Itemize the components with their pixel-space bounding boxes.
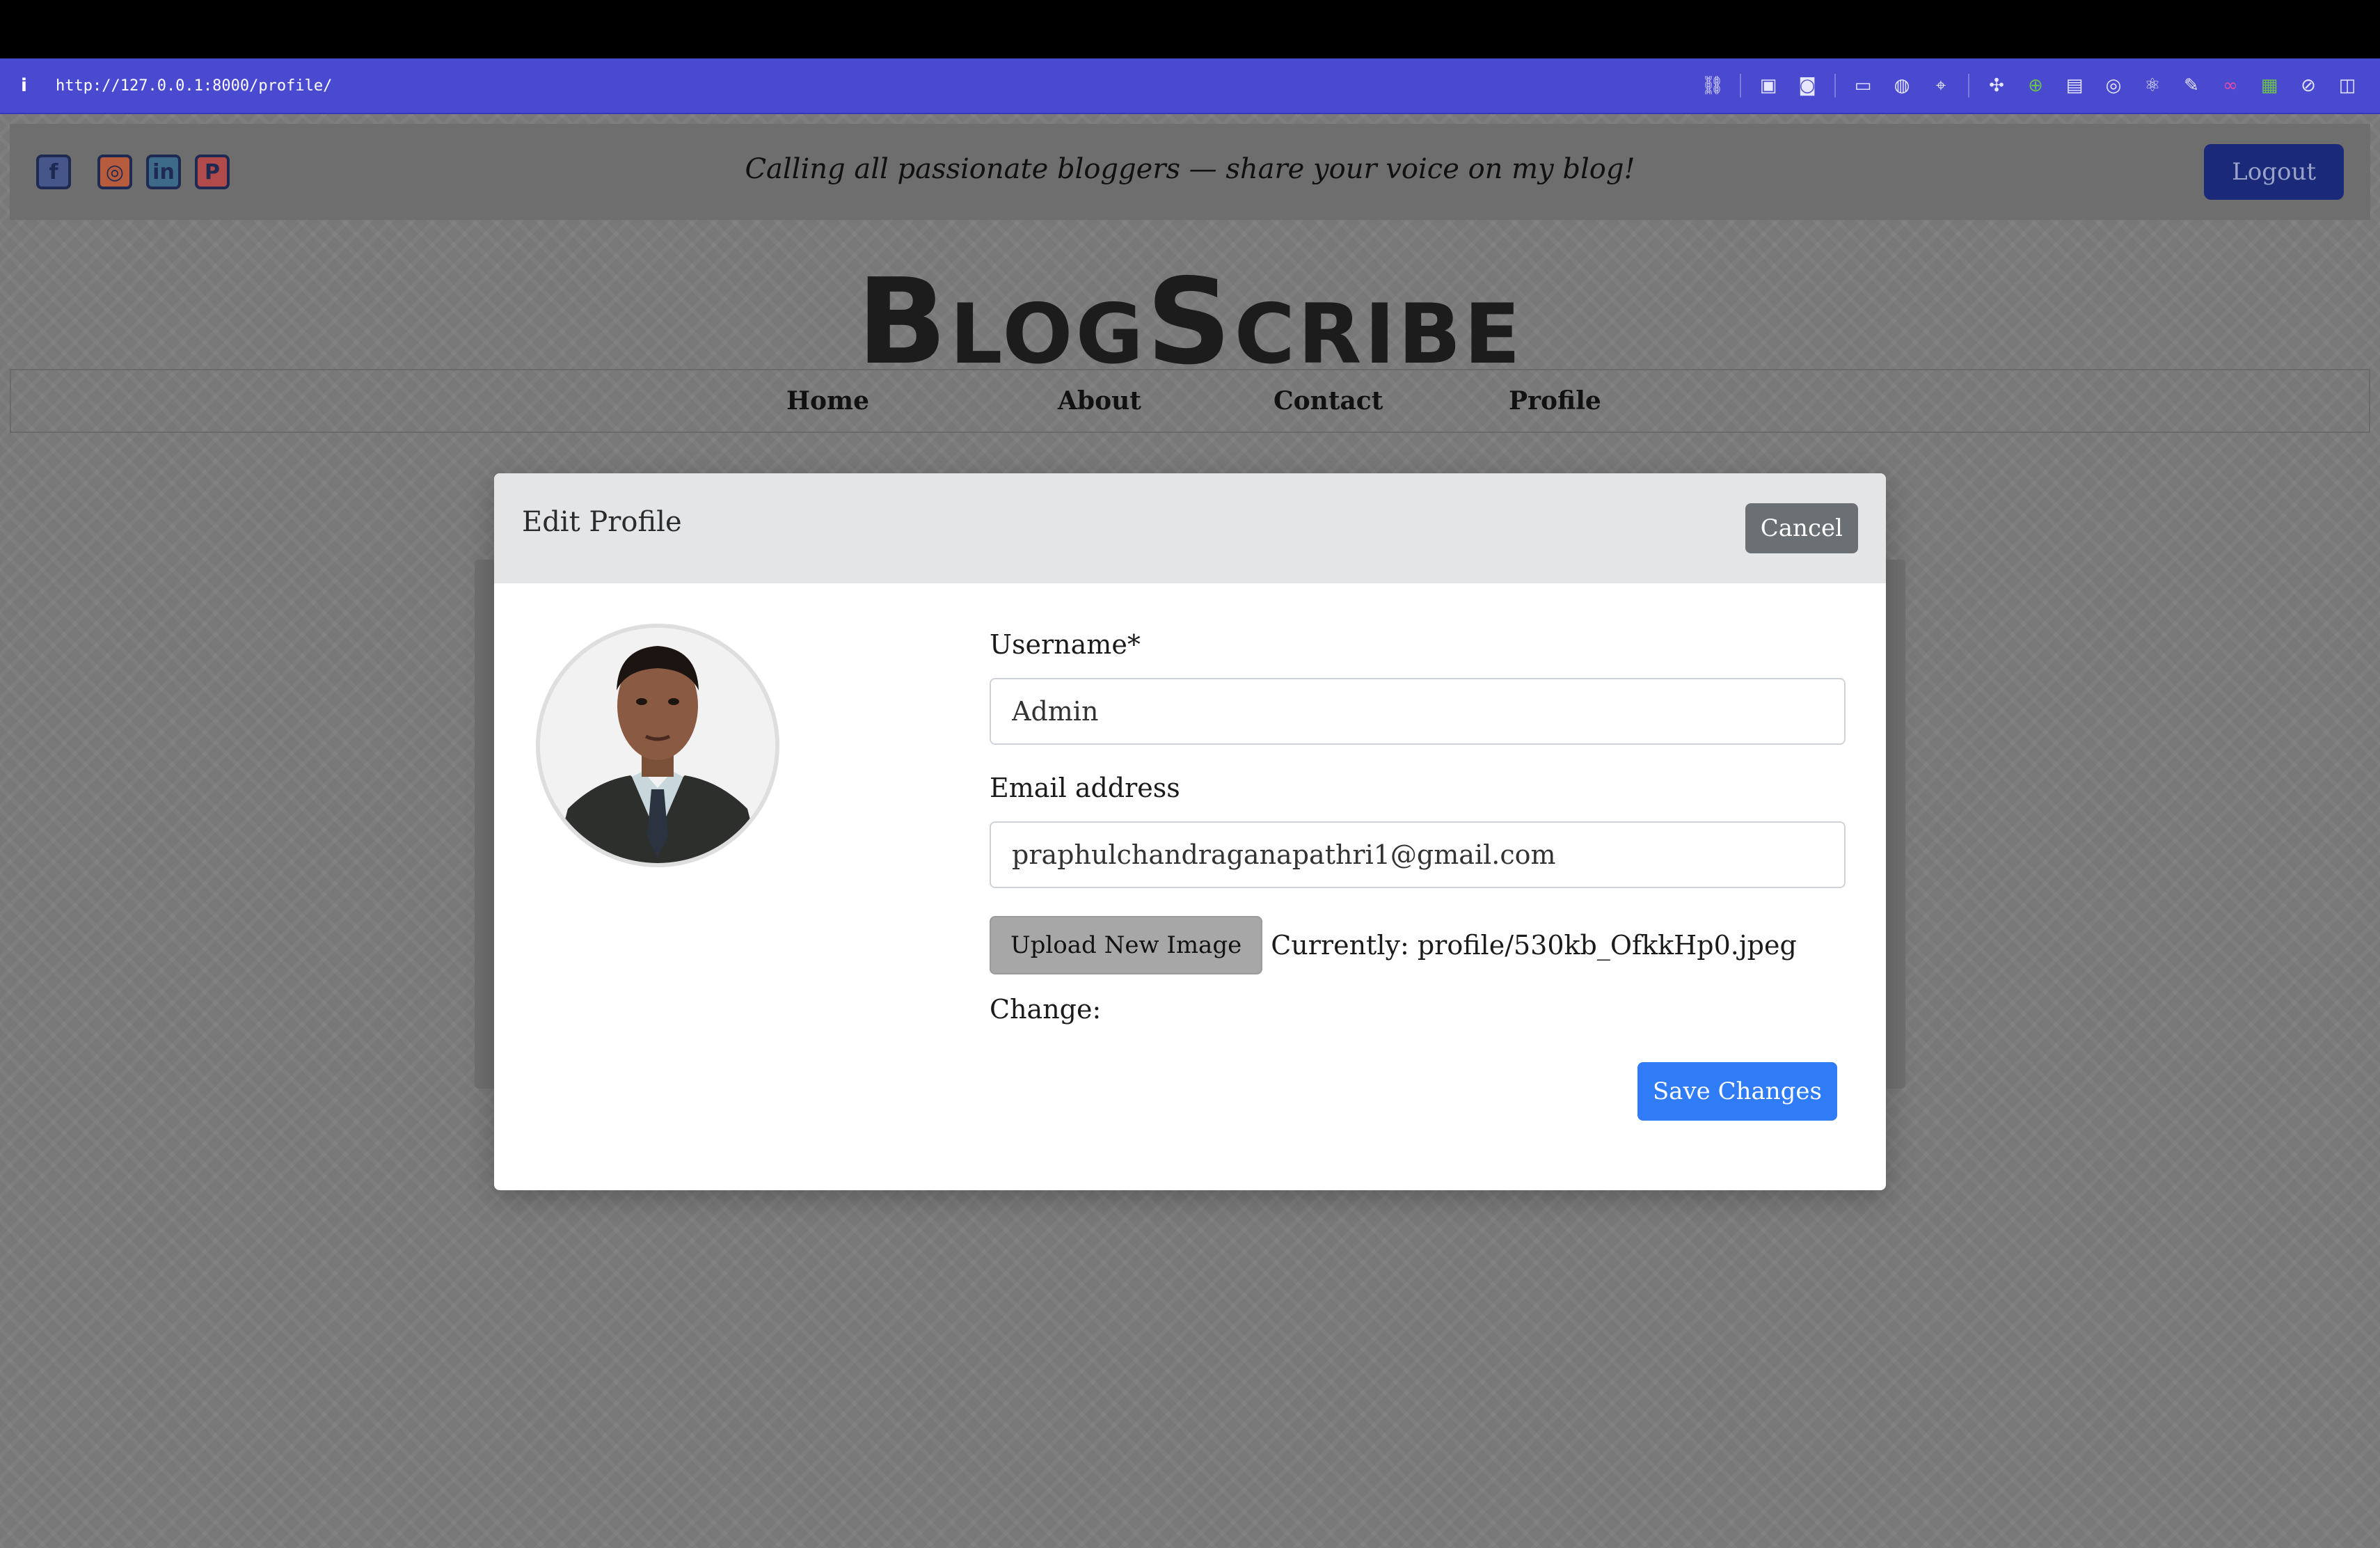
change-label: Change: — [990, 994, 1102, 1025]
color-palette-icon[interactable]: ▤ — [2063, 74, 2086, 97]
top-banner: f ◎ in P Calling all passionate bloggers… — [10, 124, 2370, 220]
globe-icon[interactable]: ◍ — [1890, 74, 1914, 97]
banner-tagline: Calling all passionate bloggers — share … — [745, 153, 1635, 185]
profile-form: Username* Email address Upload New Image… — [990, 629, 1846, 1025]
profile-photo — [540, 628, 775, 863]
username-input[interactable] — [990, 678, 1846, 745]
current-image-text: Currently: profile/530kb_OfkkHp0.jpeg — [1271, 930, 1797, 961]
logout-button[interactable]: Logout — [2204, 144, 2344, 200]
email-input[interactable] — [990, 821, 1846, 888]
screenshot-icon[interactable]: ▣ — [1756, 74, 1780, 97]
pinterest-icon[interactable]: P — [195, 155, 230, 189]
username-label: Username* — [990, 629, 1141, 660]
plus-extension-icon[interactable]: ⊕ — [2024, 74, 2047, 97]
cancel-button[interactable]: Cancel — [1745, 503, 1858, 553]
extension-puzzle-icon[interactable]: ✣ — [1985, 74, 2008, 97]
email-label: Email address — [990, 773, 1180, 803]
linkedin-icon[interactable]: in — [146, 155, 181, 189]
instagram-icon[interactable]: ◎ — [97, 155, 132, 189]
save-changes-button[interactable]: Save Changes — [1637, 1062, 1837, 1121]
modal-title: Edit Profile — [522, 506, 682, 538]
social-links: f ◎ in P — [36, 155, 230, 189]
eyedropper-icon[interactable]: ✎ — [2180, 74, 2203, 97]
avatar — [536, 624, 779, 867]
facebook-icon[interactable]: f — [36, 155, 71, 189]
nav-contact[interactable]: Contact — [1274, 386, 1383, 416]
upload-row: Upload New Image Currently: profile/530k… — [990, 916, 1846, 974]
main-nav: Home About Contact Profile — [10, 369, 2370, 433]
modal-header: Edit Profile Cancel — [494, 473, 1886, 583]
toolbar-divider — [1968, 74, 1969, 97]
link-icon[interactable]: ⛓ — [1701, 74, 1724, 97]
toolbar-divider — [1834, 74, 1836, 97]
infinity-extension-icon[interactable]: ∞ — [2219, 74, 2242, 97]
os-menu-bar — [0, 0, 2380, 58]
sheet-extension-icon[interactable]: ▦ — [2258, 74, 2281, 97]
nav-home[interactable]: Home — [786, 386, 869, 416]
toolbar-divider — [1740, 74, 1741, 97]
react-devtools-icon[interactable]: ⚛ — [2141, 74, 2164, 97]
nav-profile[interactable]: Profile — [1509, 386, 1601, 416]
address-bar[interactable]: http://127.0.0.1:8000/profile/ — [56, 77, 332, 95]
info-icon[interactable]: i — [21, 75, 42, 96]
nav-about[interactable]: About — [1058, 386, 1141, 416]
camera-icon[interactable]: ◙ — [1795, 74, 1819, 97]
crosshair-icon[interactable]: ⌖ — [1929, 74, 1953, 97]
edit-profile-modal: Edit Profile Cancel Username* Email addr… — [494, 473, 1886, 1190]
blocked-extension-icon[interactable]: ⊘ — [2296, 74, 2320, 97]
browser-toolbar: i http://127.0.0.1:8000/profile/ ⛓ ▣ ◙ ▭… — [0, 58, 2380, 114]
terminal-icon[interactable]: ▭ — [1851, 74, 1875, 97]
upload-image-button[interactable]: Upload New Image — [990, 916, 1263, 974]
compass-icon[interactable]: ◎ — [2102, 74, 2125, 97]
extension-toolbar: ⛓ ▣ ◙ ▭ ◍ ⌖ ✣ ⊕ ▤ ◎ ⚛ ✎ ∞ ▦ ⊘ ◫ — [1701, 74, 2359, 97]
sidebar-toggle-icon[interactable]: ◫ — [2335, 74, 2359, 97]
